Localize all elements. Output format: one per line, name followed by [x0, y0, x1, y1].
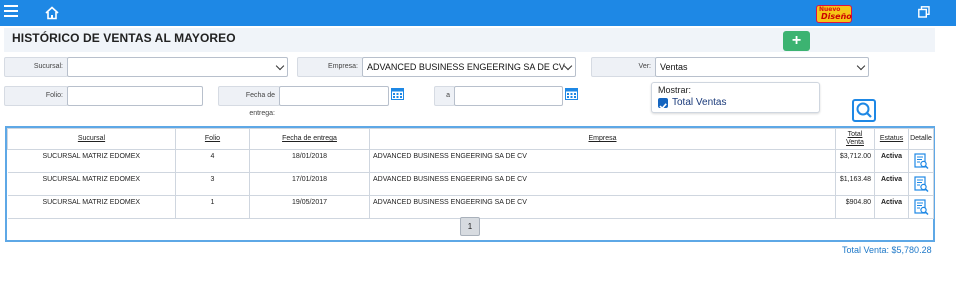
empresa-value: ADVANCED BUSINESS ENGEERING SA DE CV: [367, 62, 565, 72]
table-header-row: Sucursal Folio Fecha de entrega Empresa …: [7, 128, 934, 150]
cell-empresa: ADVANCED BUSINESS ENGEERING SA DE CV: [369, 195, 836, 219]
search-button[interactable]: [852, 99, 876, 122]
chevron-down-icon: [275, 61, 285, 71]
cell-fecha: 19/05/2017: [249, 195, 370, 219]
sucursal-select[interactable]: [67, 57, 288, 77]
header-folio[interactable]: Folio: [175, 128, 250, 150]
table-row[interactable]: SUCURSAL MATRIZ EDOMEX 3 17/01/2018 ADVA…: [7, 172, 934, 196]
cell-folio: 1: [175, 195, 250, 219]
restore-window-icon[interactable]: [918, 6, 930, 18]
header-sucursal[interactable]: Sucursal: [7, 128, 176, 150]
top-bar: Nuevo Diseño: [0, 0, 956, 26]
ventas-table: Sucursal Folio Fecha de entrega Empresa …: [7, 128, 934, 219]
folio-label: Folio:: [4, 86, 68, 106]
detail-document-icon[interactable]: [913, 153, 929, 170]
header-fecha-entrega[interactable]: Fecha de entrega: [249, 128, 370, 150]
ver-value: Ventas: [660, 62, 688, 72]
cell-empresa: ADVANCED BUSINESS ENGEERING SA DE CV: [369, 172, 836, 196]
nuevo-badge-line2: Diseño: [821, 12, 852, 21]
cell-estatus: Activa: [874, 195, 909, 219]
checkmark-icon: [659, 103, 667, 110]
calendar-icon[interactable]: [565, 87, 578, 100]
cell-detalle: [908, 172, 934, 196]
header-total-line1: Total: [847, 131, 863, 138]
home-icon[interactable]: [44, 5, 60, 21]
cell-total: $904.80: [835, 195, 875, 219]
fecha-from-input[interactable]: [279, 86, 389, 106]
cell-sucursal: SUCURSAL MATRIZ EDOMEX: [7, 149, 176, 173]
chevron-down-icon: [856, 61, 866, 71]
total-ventas-checkbox[interactable]: [658, 98, 668, 110]
fecha-a-label: a: [434, 86, 455, 106]
cell-estatus: Activa: [874, 149, 909, 173]
total-ventas-label: Total Ventas: [672, 97, 727, 108]
detail-document-icon[interactable]: [913, 176, 929, 193]
calendar-icon[interactable]: [391, 87, 404, 100]
add-button[interactable]: +: [783, 31, 810, 51]
cell-sucursal: SUCURSAL MATRIZ EDOMEX: [7, 172, 176, 196]
cell-detalle: [908, 149, 934, 173]
detail-document-icon[interactable]: [913, 199, 929, 216]
table-row[interactable]: SUCURSAL MATRIZ EDOMEX 4 18/01/2018 ADVA…: [7, 149, 934, 173]
cell-fecha: 18/01/2018: [249, 149, 370, 173]
cell-folio: 4: [175, 149, 250, 173]
empresa-label: Empresa:: [297, 57, 363, 77]
header-empresa[interactable]: Empresa: [369, 128, 836, 150]
search-icon: [856, 102, 872, 118]
fecha-entrega-label: Fecha de entrega:: [218, 86, 280, 117]
header-total-venta[interactable]: Total Venta: [835, 128, 875, 150]
empresa-select[interactable]: ADVANCED BUSINESS ENGEERING SA DE CV: [362, 57, 576, 77]
cell-sucursal: SUCURSAL MATRIZ EDOMEX: [7, 195, 176, 219]
cell-estatus: Activa: [874, 172, 909, 196]
cell-fecha: 17/01/2018: [249, 172, 370, 196]
mostrar-panel: Mostrar: Total Ventas: [651, 82, 820, 113]
fecha-to-input[interactable]: [454, 86, 563, 106]
pagination-page-button[interactable]: 1: [460, 217, 480, 236]
cell-detalle: [908, 195, 934, 219]
header-detalle: Detalle: [908, 128, 934, 150]
chevron-down-icon: [563, 61, 573, 71]
cell-total: $3,712.00: [835, 149, 875, 173]
cell-total: $1,163.48: [835, 172, 875, 196]
cell-folio: 3: [175, 172, 250, 196]
ver-label: Ver:: [591, 57, 656, 77]
mostrar-label: Mostrar:: [658, 85, 692, 95]
page-title: HISTÓRICO DE VENTAS AL MAYOREO: [12, 31, 236, 45]
cell-empresa: ADVANCED BUSINESS ENGEERING SA DE CV: [369, 149, 836, 173]
total-venta-summary: Total Venta: $5,780.28: [842, 245, 932, 255]
nuevo-diseno-badge[interactable]: Nuevo Diseño: [816, 5, 852, 23]
header-estatus[interactable]: Estatus: [874, 128, 909, 150]
ver-select[interactable]: Ventas: [655, 57, 869, 77]
hamburger-menu-icon[interactable]: [4, 5, 18, 19]
table-row[interactable]: SUCURSAL MATRIZ EDOMEX 1 19/05/2017 ADVA…: [7, 195, 934, 219]
sucursal-label: Sucursal:: [4, 57, 68, 77]
folio-input[interactable]: [67, 86, 203, 106]
header-total-line2: Venta: [846, 139, 864, 146]
